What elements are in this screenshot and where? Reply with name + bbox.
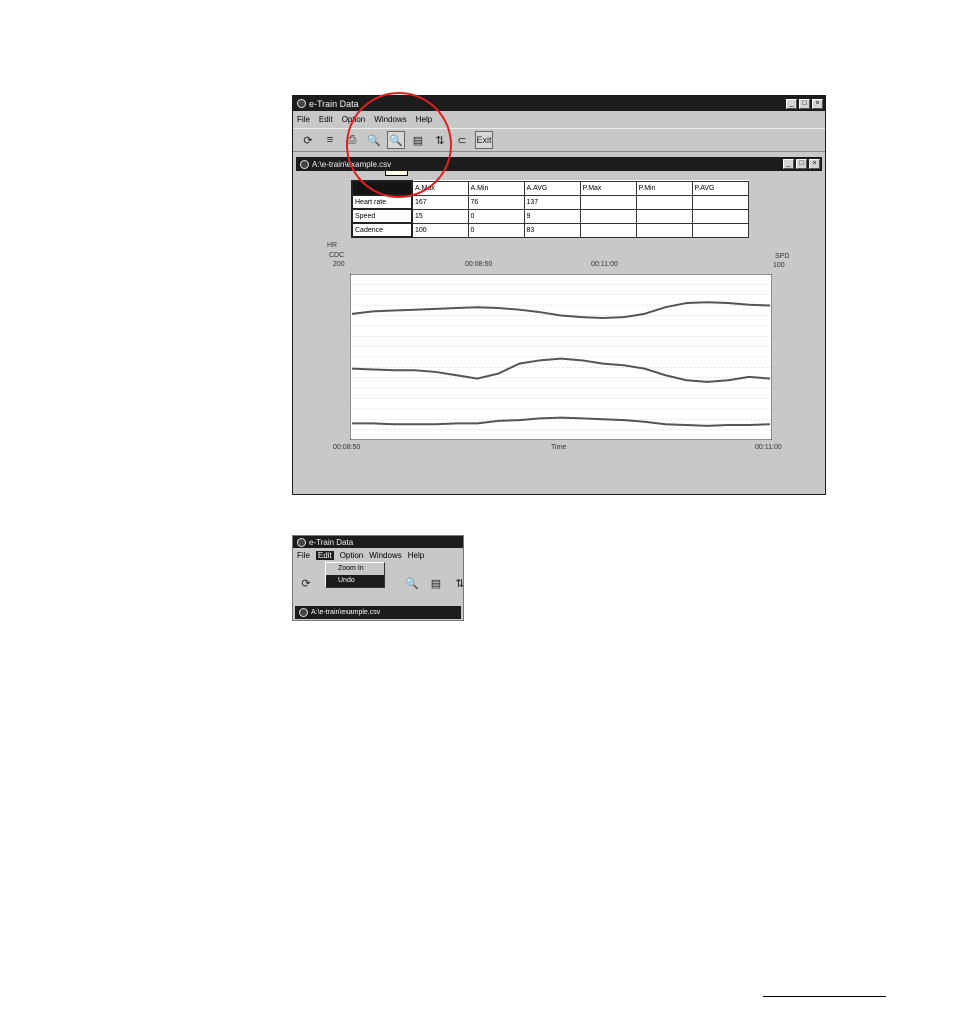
table-row: Cadence 100 0 83 [351,222,749,238]
footer-rule [763,996,886,997]
inset-menu-option[interactable]: Option [340,551,364,560]
refresh-icon[interactable]: ⟳ [299,131,317,149]
inset-app-title: e-Train Data [309,537,354,547]
axis-label-top-time-1: 00:08:50 [465,261,493,268]
inset-app-icon [297,537,306,547]
doc-maximize-button[interactable]: □ [796,159,807,169]
table-cell [691,222,749,238]
table-cell: 15 [411,208,469,224]
table-cell [691,194,749,210]
header-a-avg: A.AVG [523,180,581,196]
inset-menu-help[interactable]: Help [408,551,424,560]
inset-titlebar: e-Train Data [293,536,463,548]
table-cell [635,208,693,224]
inset-transfer-icon[interactable]: ⇅ [451,574,463,592]
table-cell [579,194,637,210]
axis-label-left-max: 200 [333,261,345,268]
table-cell [635,222,693,238]
axis-label-bottom-end: 00:11:00 [755,444,782,451]
table-cell: 0 [467,208,525,224]
close-button[interactable]: × [812,98,823,109]
axis-label-spd: SPD [775,253,790,260]
inset-menu-windows[interactable]: Windows [369,551,401,560]
row-label: Cadence [351,222,413,238]
header-p-min: P.Min [635,180,693,196]
menu-file[interactable]: File [297,115,310,124]
line-chart [350,274,772,440]
inset-menu-edit[interactable]: Edit [315,551,334,560]
table-cell [579,222,637,238]
exit-button[interactable]: Exit [475,131,493,149]
table-cell: 9 [523,208,581,224]
inset-document-title: A:\e-train\example.csv [311,609,381,616]
inset-document-titlebar: A:\e-train\example.csv [295,606,461,619]
list-icon[interactable]: ≡ [321,131,339,149]
edit-dropdown-menu: Zoom In Undo [325,562,385,588]
table-cell [579,208,637,224]
axis-label-time: Time [551,444,567,451]
chart-plot-area [350,274,772,440]
highlight-circle [346,92,452,198]
table-cell: 76 [467,194,525,210]
inset-refresh-icon[interactable]: ⟳ [297,574,315,592]
inset-menu-bar: File Edit Option Windows Help [293,549,463,562]
app-icon [297,99,306,108]
axis-label-hr: HR [327,242,338,249]
inset-menu-file[interactable]: File [297,551,310,560]
header-a-min: A.Min [467,180,525,196]
table-cell: 137 [523,194,581,210]
row-label: Speed [351,208,413,224]
table-row: Speed 15 0 9 [351,208,749,224]
doc-minimize-button[interactable]: _ [783,159,794,169]
inset-device-icon[interactable]: ▤ [427,574,445,592]
inset-zoom-icon[interactable]: 🔍 [403,574,421,592]
inset-document-icon [299,608,308,617]
table-cell: 83 [523,222,581,238]
header-p-max: P.Max [579,180,637,196]
doc-close-button[interactable]: × [809,159,820,169]
table-cell [691,208,749,224]
inset-window: e-Train Data File Edit Option Windows He… [292,535,464,621]
axis-label-top-time-2: 00:11:00 [591,261,618,268]
table-cell [635,194,693,210]
menu-item-zoom-in[interactable]: Zoom In [326,563,384,575]
document-icon [300,159,309,169]
table-cell: 167 [411,194,469,210]
clear-icon[interactable]: ⊂ [453,131,471,149]
axis-label-bottom-start: 00:08:50 [333,444,361,451]
minimize-button[interactable]: _ [786,98,797,109]
menu-edit[interactable]: Edit [319,115,333,124]
table-cell: 0 [467,222,525,238]
menu-item-undo[interactable]: Undo [326,575,384,587]
header-p-avg: P.AVG [691,180,749,196]
maximize-button[interactable]: □ [799,98,810,109]
table-row: Heart rate 167 76 137 [351,194,749,210]
axis-label-right-max: 100 [773,262,785,269]
axis-label-cdc: CDC [329,252,345,259]
table-cell: 100 [411,222,469,238]
app-title: e-Train Data [309,98,359,109]
